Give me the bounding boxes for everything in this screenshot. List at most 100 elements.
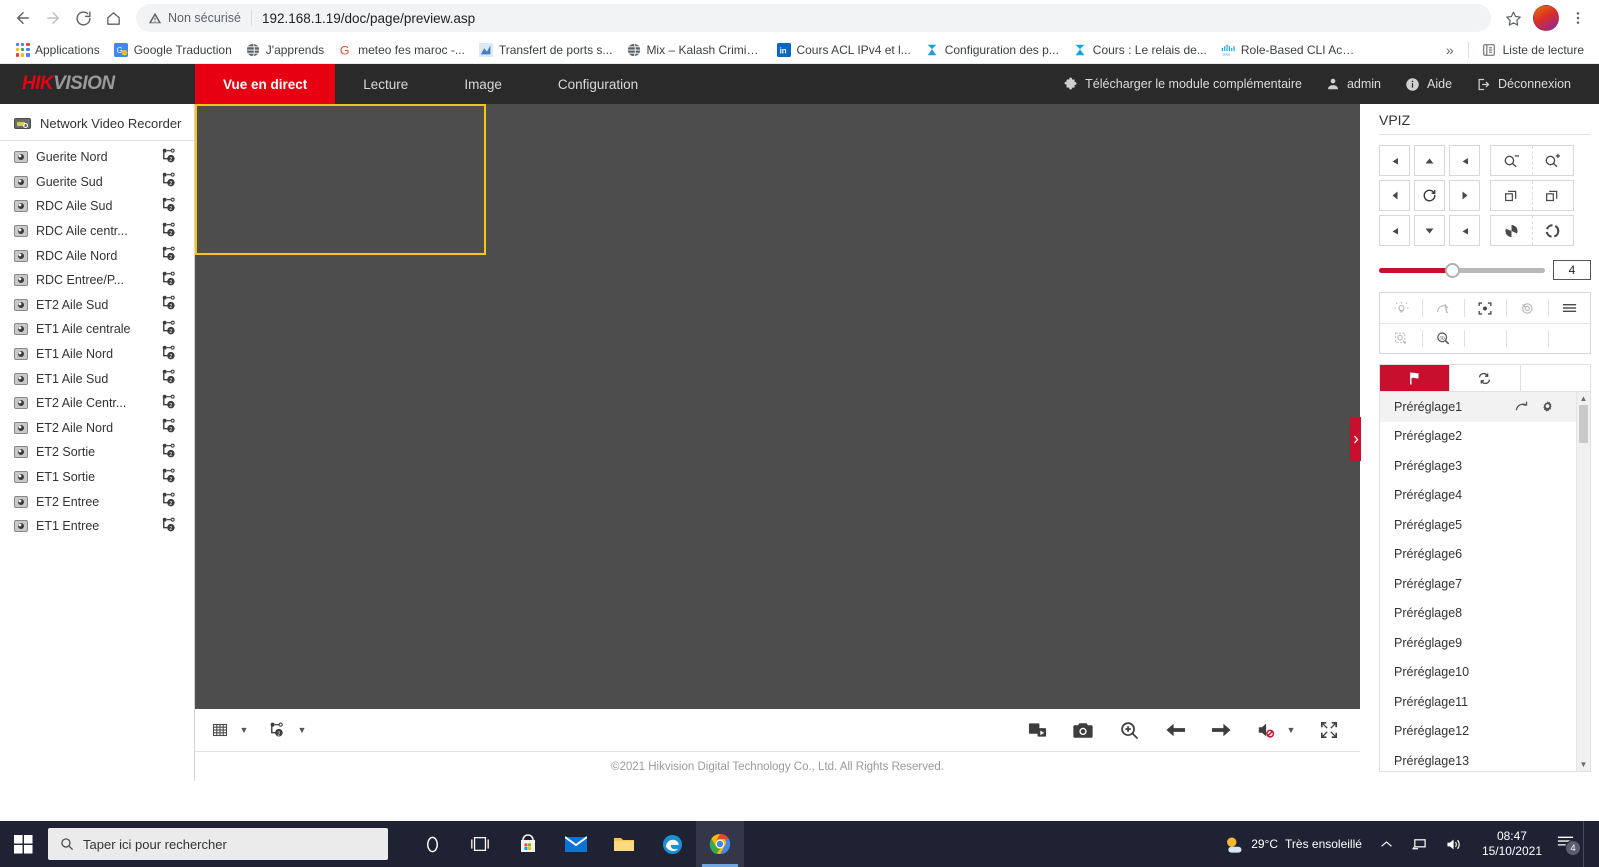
camera-list-item[interactable]: ET1 Aile Sud 2 (0, 366, 194, 391)
camera-list-item[interactable]: ET2 Entree 2 (0, 489, 194, 514)
preset-list-item[interactable]: Préréglage3 (1380, 451, 1576, 481)
logout-button[interactable]: Déconnexion (1464, 77, 1583, 92)
camera-list-item[interactable]: ET2 Sortie 2 (0, 440, 194, 465)
video-cell[interactable] (778, 558, 1069, 709)
pan-up-left-button[interactable] (1379, 145, 1410, 176)
preset-list-item[interactable]: Préréglage7 (1380, 569, 1576, 599)
back-button[interactable] (8, 3, 38, 33)
cortana-icon[interactable] (408, 821, 456, 867)
audio-chevron-down-icon[interactable]: ▼ (1284, 725, 1298, 735)
task-view-icon[interactable] (456, 821, 504, 867)
profile-avatar[interactable] (1533, 5, 1559, 31)
slider-handle[interactable] (1445, 263, 1461, 278)
camera-list-item[interactable]: ET2 Aile Nord 2 (0, 416, 194, 441)
preset-list-item[interactable]: Préréglage12 (1380, 717, 1576, 747)
bookmarks-overflow-button[interactable]: » (1438, 39, 1462, 61)
forward-button[interactable] (38, 3, 68, 33)
panel-collapse-handle[interactable] (1350, 417, 1361, 461)
pan-down-right-button[interactable] (1449, 215, 1480, 246)
bookmark-item[interactable]: Transfert de ports s... (472, 39, 620, 60)
camera-icon[interactable] (1068, 715, 1098, 745)
pan-left-button[interactable] (1379, 180, 1410, 211)
camera-list-item[interactable]: ET1 Sortie 2 (0, 465, 194, 490)
stream-type-icon[interactable]: 2 (160, 197, 182, 216)
windows-start-icon[interactable] (0, 821, 46, 867)
browser-menu-button[interactable] (1565, 4, 1591, 32)
edge-icon[interactable] (648, 821, 696, 867)
camera-list-item[interactable]: RDC Aile Sud 2 (0, 194, 194, 219)
video-cell[interactable] (195, 104, 486, 255)
patrol-tab[interactable] (1449, 365, 1520, 391)
record-stack-icon[interactable] (1022, 715, 1052, 745)
preset-scrollbar[interactable]: ▲ ▼ (1576, 392, 1590, 771)
reload-button[interactable] (68, 3, 98, 33)
pan-up-button[interactable] (1414, 145, 1445, 176)
stream-type-icon[interactable]: 2 (160, 246, 182, 265)
preset-list-item[interactable]: Préréglage11 (1380, 687, 1576, 717)
help-button[interactable]: Aide (1393, 77, 1464, 92)
stream-type-icon[interactable]: 2 (160, 468, 182, 487)
stream-type-icon[interactable]: 2 (160, 443, 182, 462)
video-cell[interactable] (1069, 558, 1360, 709)
stream-type-icon[interactable]: 2 (160, 394, 182, 413)
stream-type-icon[interactable]: 2 (160, 418, 182, 437)
grid-layout-icon[interactable] (205, 715, 235, 745)
download-plugin-button[interactable]: Télécharger le module complémentaire (1051, 77, 1314, 92)
address-bar[interactable]: Non sécurisé 192.168.1.19/doc/page/previ… (136, 4, 1491, 32)
stream-type-icon[interactable]: 2 (160, 492, 182, 511)
search-input[interactable]: Taper ici pour rechercher (48, 828, 388, 860)
action-center-button[interactable]: 4 (1552, 834, 1583, 856)
camera-list-item[interactable]: ET1 Aile Nord 2 (0, 342, 194, 367)
ptz-speed-value[interactable]: 4 (1553, 260, 1591, 280)
preset-list-item[interactable]: Préréglage6 (1380, 540, 1576, 570)
video-cell[interactable] (486, 104, 777, 255)
video-cell[interactable] (195, 407, 486, 558)
layout-chevron-down-icon[interactable]: ▼ (237, 725, 251, 735)
stream-type-icon[interactable]: 2 (160, 517, 182, 536)
network-button[interactable] (1402, 837, 1437, 852)
speaker-muted-icon[interactable] (1252, 715, 1282, 745)
scroll-down-arrow-icon[interactable]: ▼ (1577, 758, 1590, 771)
video-cell[interactable] (1069, 255, 1360, 406)
scrollbar-thumb[interactable] (1579, 405, 1588, 443)
iris-close-button[interactable] (1491, 216, 1532, 245)
pattern-tab[interactable] (1519, 365, 1590, 391)
microsoft-store-icon[interactable] (504, 821, 552, 867)
video-cell[interactable] (195, 558, 486, 709)
stream-type-icon[interactable]: 2 (160, 320, 182, 339)
bookmark-item[interactable]: Configuration des p... (918, 39, 1066, 60)
video-cell[interactable] (778, 407, 1069, 558)
user-account[interactable]: admin (1314, 77, 1393, 91)
stream-type-icon[interactable]: 2 (160, 222, 182, 241)
stream-type-icon[interactable]: 2 (160, 172, 182, 191)
preset-list-item[interactable]: Préréglage4 (1380, 481, 1576, 511)
bookmark-item[interactable]: J'apprends (239, 39, 331, 60)
bookmark-apps[interactable]: Applications (8, 39, 107, 60)
light-button[interactable] (1380, 293, 1422, 323)
device-root-node[interactable]: Network Video Recorder (0, 112, 194, 141)
tray-expand-button[interactable] (1371, 840, 1402, 849)
camera-list-item[interactable]: ET2 Aile Sud 2 (0, 293, 194, 318)
wiper-button[interactable] (1422, 293, 1464, 323)
zoom-in-button[interactable] (1531, 146, 1573, 175)
show-desktop-button[interactable] (1583, 821, 1589, 867)
nav-tab-picture[interactable]: Image (436, 64, 530, 104)
auto-scan-button[interactable] (1414, 180, 1445, 211)
arrow-left-icon[interactable] (1160, 715, 1190, 745)
scroll-up-arrow-icon[interactable]: ▲ (1577, 392, 1590, 405)
volume-button[interactable] (1437, 837, 1472, 852)
lens-initialize-button[interactable] (1506, 293, 1548, 323)
video-cell[interactable] (1069, 407, 1360, 558)
gear-icon[interactable] (1534, 400, 1560, 413)
fullscreen-icon[interactable] (1314, 715, 1344, 745)
pan-down-button[interactable] (1414, 215, 1445, 246)
home-button[interactable] (98, 3, 128, 33)
bookmark-item[interactable]: Mix – Kalash Crimin... (619, 39, 769, 60)
pan-up-right-button[interactable] (1449, 145, 1480, 176)
nav-tab-playback[interactable]: Lecture (335, 64, 436, 104)
bookmark-item[interactable]: Cours : Le relais de... (1066, 39, 1214, 60)
camera-list-item[interactable]: RDC Aile centr... 2 (0, 219, 194, 244)
iris-open-button[interactable] (1531, 216, 1573, 245)
camera-list-item[interactable]: ET2 Aile Centr... 2 (0, 391, 194, 416)
preset-list-item[interactable]: Préréglage9 (1380, 628, 1576, 658)
